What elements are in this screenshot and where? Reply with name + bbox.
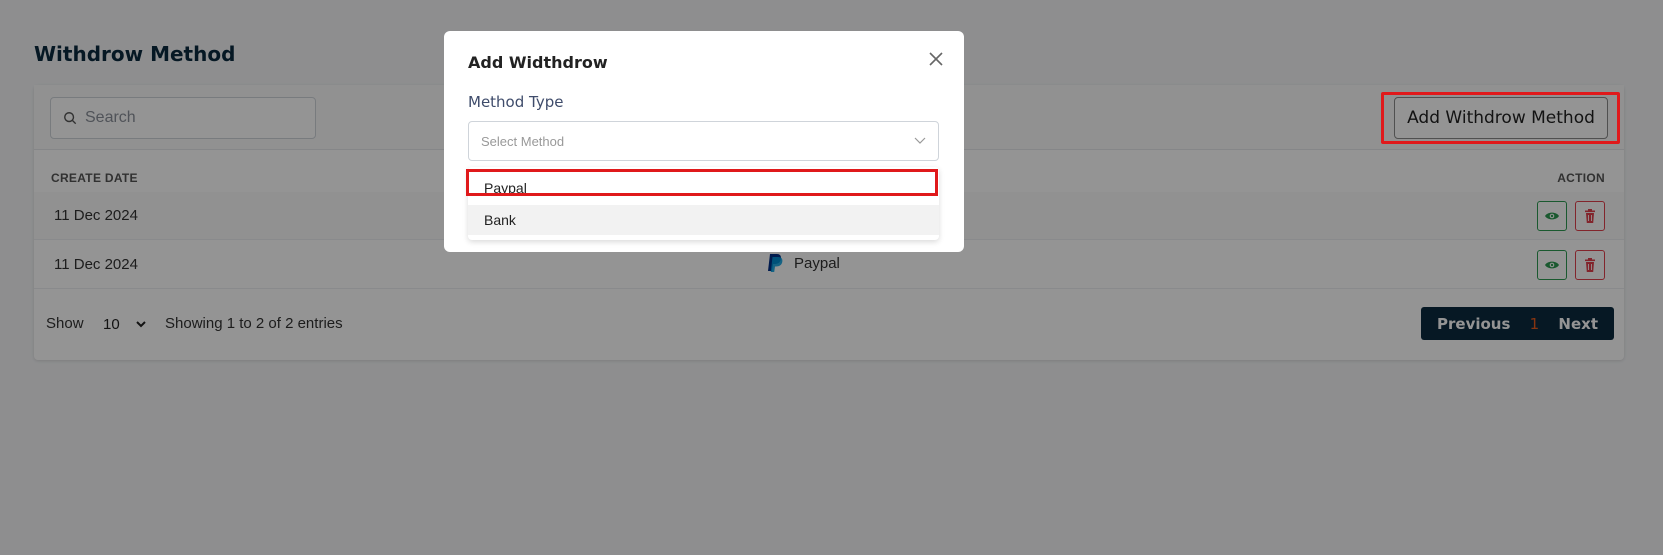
method-type-label: Method Type bbox=[468, 93, 564, 111]
modal-title: Add Widthdrow bbox=[468, 53, 608, 72]
option-bank[interactable]: Bank bbox=[468, 205, 939, 235]
add-withdraw-modal: Add Widthdrow Method Type Select Method … bbox=[444, 31, 964, 252]
method-options-list: Paypal Bank bbox=[468, 167, 939, 240]
method-type-select[interactable]: Select Method bbox=[468, 121, 939, 161]
select-placeholder: Select Method bbox=[481, 133, 565, 149]
chevron-down-icon bbox=[914, 137, 926, 144]
close-icon[interactable] bbox=[926, 49, 946, 69]
option-paypal[interactable]: Paypal bbox=[468, 173, 939, 203]
